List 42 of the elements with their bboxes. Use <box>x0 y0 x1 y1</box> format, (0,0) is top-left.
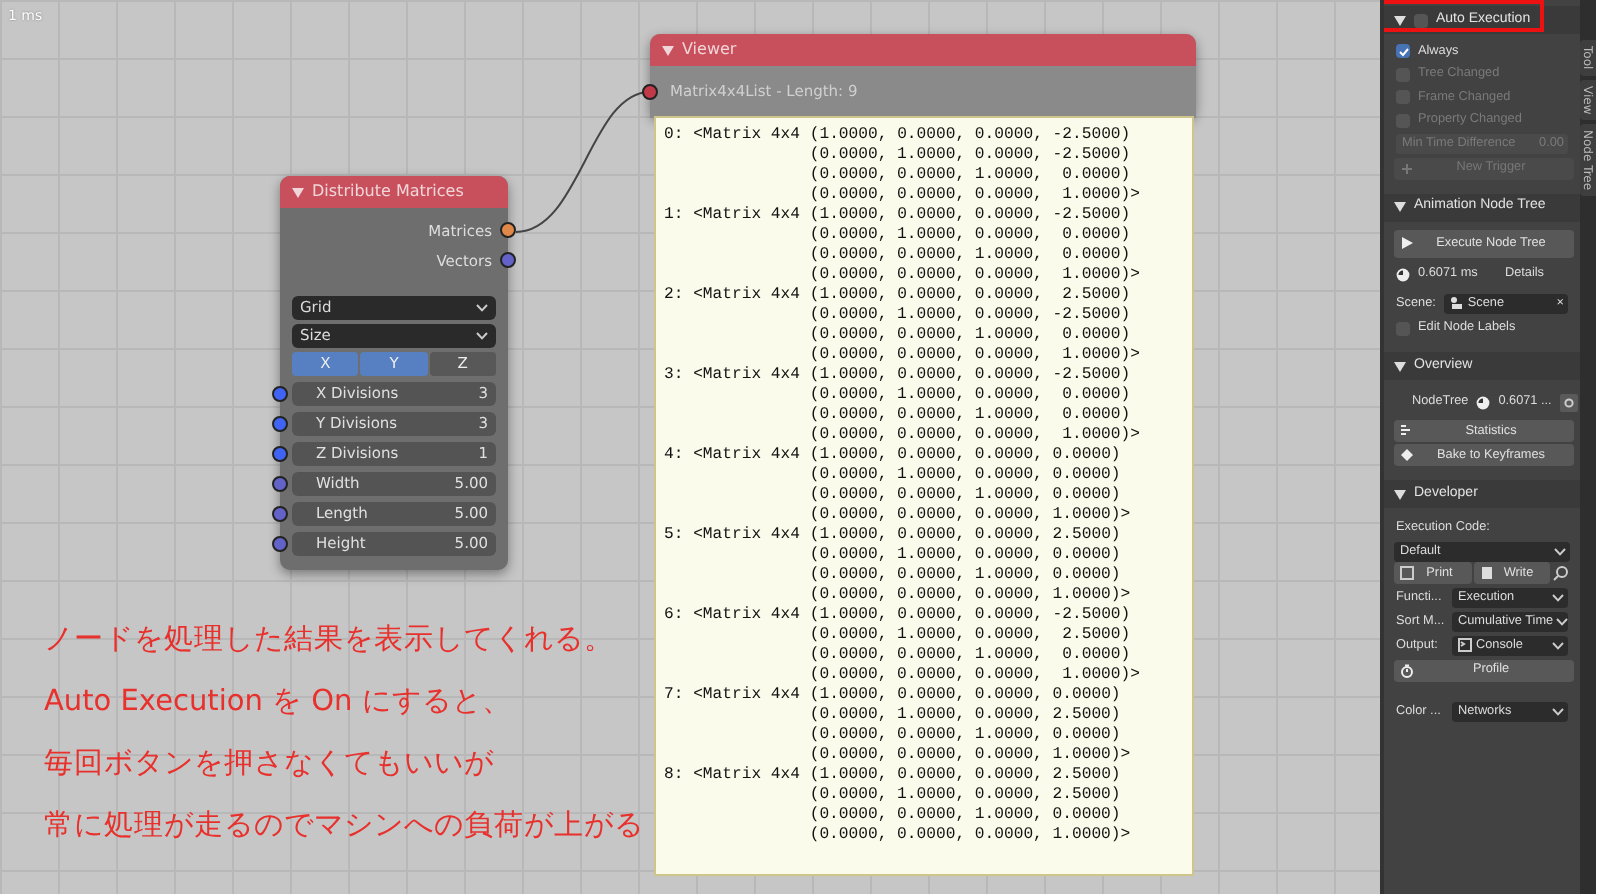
node-title: Viewer <box>682 38 737 62</box>
matrix-line: (0.0000, 0.0000, 1.0000, 0.0000) <box>807 806 1123 826</box>
node-title: Distribute Matrices <box>312 180 464 204</box>
matrix-line: (0.0000, 1.0000, 0.0000, 2.5000) <box>807 706 1123 726</box>
matrix-line: (0.0000, 0.0000, 0.0000, 1.0000)> <box>807 746 1133 766</box>
matrix-line: 1: <Matrix 4x4 (1.0000, 0.0000, 0.0000, -2.5000) <box>664 206 1133 226</box>
matrix-line: (0.0000, 0.0000, 0.0000, 1.0000)> <box>807 506 1133 526</box>
matrix-line: 4: <Matrix 4x4 (1.0000, 0.0000, 0.0000, 0.0000) <box>664 446 1123 466</box>
matrix-line: (0.0000, 1.0000, 0.0000, 0.0000) <box>807 226 1133 246</box>
matrix-line: (0.0000, 0.0000, 1.0000, 0.0000) <box>807 166 1133 186</box>
matrix-line: (0.0000, 1.0000, 0.0000, 0.0000) <box>807 546 1123 566</box>
matrix-line: (0.0000, 0.0000, 1.0000, 0.0000) <box>807 646 1133 666</box>
matrix-line: (0.0000, 0.0000, 1.0000, 0.0000) <box>807 486 1123 506</box>
matrix-line: (0.0000, 1.0000, 0.0000, 0.0000) <box>807 466 1123 486</box>
matrix-line: (0.0000, 0.0000, 1.0000, 0.0000) <box>807 326 1133 346</box>
annotation-text: Auto Execution を On にすると、 <box>44 684 512 722</box>
matrix-line: (0.0000, 0.0000, 1.0000, 0.0000) <box>807 566 1123 586</box>
annotation-text: 常に処理が走るのでマシンへの負荷が上がる <box>44 808 644 846</box>
matrix-line: 7: <Matrix 4x4 (1.0000, 0.0000, 0.0000, 0.0000) <box>664 686 1123 706</box>
matrix-line: (0.0000, 0.0000, 0.0000, 1.0000)> <box>807 186 1142 206</box>
annotation-text: 毎回ボタンを押さなくてもいいが <box>44 746 494 784</box>
matrix-line: (0.0000, 1.0000, 0.0000, 0.0000) <box>807 386 1133 406</box>
matrix-line: 2: <Matrix 4x4 (1.0000, 0.0000, 0.0000, 2.5000) <box>664 286 1133 306</box>
matrix-line: (0.0000, 0.0000, 0.0000, 1.0000)> <box>807 426 1142 446</box>
matrix-line: 8: <Matrix 4x4 (1.0000, 0.0000, 0.0000, 2.5000) <box>664 766 1123 786</box>
matrix-line: (0.0000, 1.0000, 0.0000, -2.5000) <box>807 306 1133 326</box>
matrix-line: (0.0000, 1.0000, 0.0000, -2.5000) <box>807 146 1133 166</box>
matrix-line: (0.0000, 0.0000, 0.0000, 1.0000)> <box>807 826 1133 846</box>
annotation-text: ノードを処理した結果を表示してくれる。 <box>44 622 614 660</box>
matrix-line: (0.0000, 0.0000, 1.0000, 0.0000) <box>807 246 1133 266</box>
matrix-line: (0.0000, 0.0000, 0.0000, 1.0000)> <box>807 586 1133 606</box>
matrix-line: 0: <Matrix 4x4 (1.0000, 0.0000, 0.0000, -2.5000) <box>664 126 1133 146</box>
matrix-line: (0.0000, 0.0000, 0.0000, 1.0000)> <box>807 266 1142 286</box>
matrix-line: 3: <Matrix 4x4 (1.0000, 0.0000, 0.0000, -2.5000) <box>664 366 1133 386</box>
matrix-line: (0.0000, 1.0000, 0.0000, 2.5000) <box>807 786 1123 806</box>
matrix-line: (0.0000, 0.0000, 1.0000, 0.0000) <box>807 726 1123 746</box>
matrix-line: 5: <Matrix 4x4 (1.0000, 0.0000, 0.0000, 2.5000) <box>664 526 1123 546</box>
matrix-line: 6: <Matrix 4x4 (1.0000, 0.0000, 0.0000, -2.5000) <box>664 606 1133 626</box>
matrix-line: (0.0000, 1.0000, 0.0000, 2.5000) <box>807 626 1133 646</box>
matrix-line: (0.0000, 0.0000, 0.0000, 1.0000)> <box>807 666 1142 686</box>
matrix-line: (0.0000, 0.0000, 0.0000, 1.0000)> <box>807 346 1142 366</box>
matrix-line: (0.0000, 0.0000, 1.0000, 0.0000) <box>807 406 1133 426</box>
